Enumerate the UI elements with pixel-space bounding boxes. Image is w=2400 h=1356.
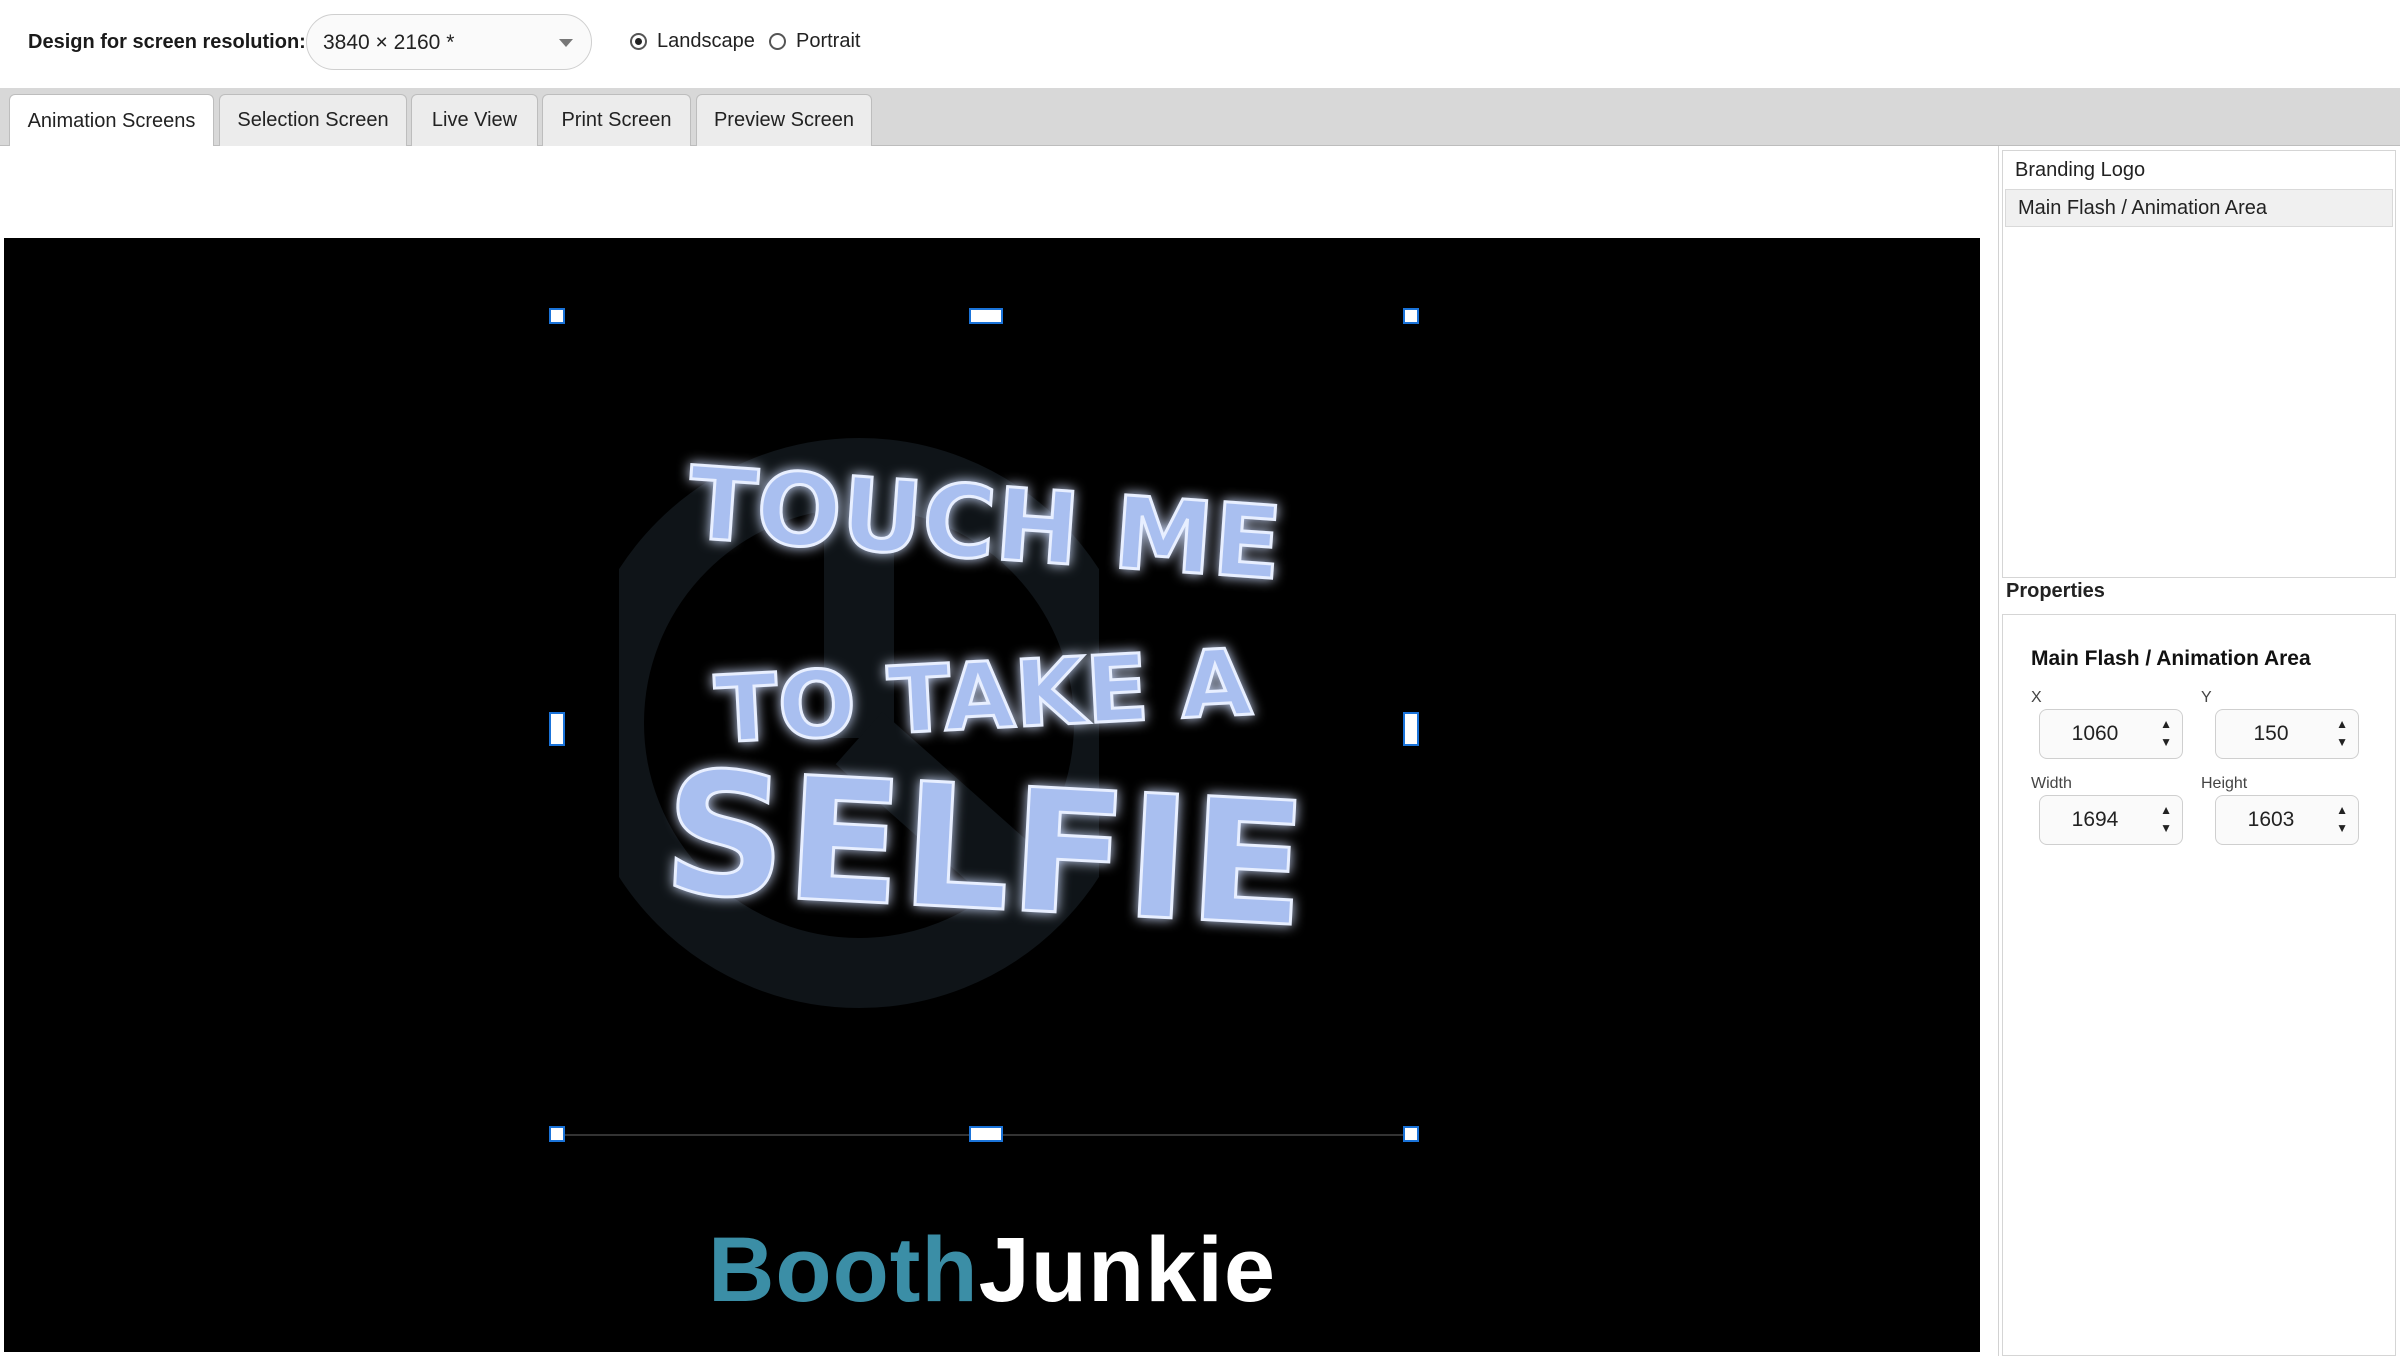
- resize-handle-bottom[interactable]: [969, 1126, 1003, 1142]
- arrow-down-icon[interactable]: ▼: [2160, 819, 2172, 837]
- y-label: Y: [2201, 689, 2212, 706]
- landscape-radio[interactable]: Landscape: [630, 30, 755, 53]
- resize-handle-top-left[interactable]: [549, 308, 565, 324]
- arrow-down-icon[interactable]: ▼: [2160, 733, 2172, 751]
- tab-live-view[interactable]: Live View: [411, 94, 538, 146]
- width-stepper[interactable]: 1694 ▲ ▼: [2039, 795, 2183, 845]
- design-canvas: TOUCH ME TO TAKE A SELFIE BoothJunkie: [4, 146, 1980, 1352]
- resolution-select[interactable]: 3840 × 2160 *: [306, 14, 592, 70]
- logo-booth: Booth: [707, 1219, 979, 1321]
- x-value: 1060: [2071, 722, 2119, 745]
- tab-strip: Animation Screens Selection Screen Live …: [0, 88, 2400, 147]
- tab-label: Selection Screen: [237, 109, 389, 131]
- layer-item-branding-logo[interactable]: Branding Logo: [2003, 151, 2395, 189]
- toolbar: Design for screen resolution: 3840 × 216…: [0, 0, 2400, 88]
- layer-list: Branding Logo Main Flash / Animation Are…: [2002, 150, 2396, 578]
- resize-handle-bottom-left[interactable]: [549, 1126, 565, 1142]
- properties-panel: Main Flash / Animation Area X 1060 ▲ ▼ Y …: [2002, 614, 2396, 1356]
- properties-title: Properties: [2006, 580, 2105, 602]
- layer-label: Branding Logo: [2015, 158, 2146, 181]
- height-value: 1603: [2247, 808, 2295, 831]
- landscape-label: Landscape: [657, 30, 755, 52]
- resize-handle-right[interactable]: [1403, 712, 1419, 746]
- radio-unchecked-icon: [769, 33, 786, 50]
- height-label: Height: [2201, 775, 2248, 792]
- layer-label: Main Flash / Animation Area: [2018, 196, 2268, 219]
- tab-preview-screen[interactable]: Preview Screen: [696, 94, 872, 146]
- animation-line-1: TOUCH ME: [685, 444, 1286, 602]
- resize-handle-top[interactable]: [969, 308, 1003, 324]
- selected-element-name: Main Flash / Animation Area: [2031, 647, 2311, 670]
- portrait-label: Portrait: [796, 30, 861, 52]
- resize-handle-left[interactable]: [549, 712, 565, 746]
- resize-handle-top-right[interactable]: [1403, 308, 1419, 324]
- animation-artwork[interactable]: TOUCH ME TO TAKE A SELFIE: [584, 438, 1384, 998]
- tab-selection-screen[interactable]: Selection Screen: [219, 94, 407, 146]
- x-label: X: [2031, 689, 2042, 706]
- tab-animation-screens[interactable]: Animation Screens: [9, 94, 214, 147]
- layer-item-main-flash[interactable]: Main Flash / Animation Area: [2005, 189, 2393, 227]
- chevron-down-icon: [559, 39, 573, 47]
- tab-print-screen[interactable]: Print Screen: [542, 94, 691, 146]
- width-label: Width: [2031, 775, 2072, 792]
- animation-line-3: SELFIE: [659, 734, 1311, 965]
- arrow-up-icon[interactable]: ▲: [2160, 715, 2172, 733]
- y-stepper[interactable]: 150 ▲ ▼: [2215, 709, 2359, 759]
- tab-label: Print Screen: [561, 109, 672, 131]
- tab-label: Preview Screen: [713, 109, 855, 131]
- tab-label: Animation Screens: [27, 109, 196, 132]
- arrow-down-icon[interactable]: ▼: [2336, 733, 2348, 751]
- resolution-label: Design for screen resolution:: [28, 31, 306, 53]
- arrow-up-icon[interactable]: ▲: [2336, 801, 2348, 819]
- x-stepper[interactable]: 1060 ▲ ▼: [2039, 709, 2183, 759]
- y-value: 150: [2253, 722, 2289, 745]
- radio-checked-icon: [630, 33, 647, 50]
- portrait-radio[interactable]: Portrait: [769, 30, 860, 53]
- tab-label: Live View: [431, 109, 518, 131]
- screen-preview-stage[interactable]: TOUCH ME TO TAKE A SELFIE BoothJunkie: [4, 238, 1980, 1352]
- height-stepper[interactable]: 1603 ▲ ▼: [2215, 795, 2359, 845]
- width-value: 1694: [2071, 808, 2119, 831]
- resize-handle-bottom-right[interactable]: [1403, 1126, 1419, 1142]
- arrow-up-icon[interactable]: ▲: [2160, 801, 2172, 819]
- arrow-up-icon[interactable]: ▲: [2336, 715, 2348, 733]
- arrow-down-icon[interactable]: ▼: [2336, 819, 2348, 837]
- resolution-value: 3840 × 2160 *: [323, 31, 455, 54]
- logo-junkie: Junkie: [978, 1219, 1277, 1321]
- branding-logo[interactable]: BoothJunkie: [4, 1218, 1980, 1323]
